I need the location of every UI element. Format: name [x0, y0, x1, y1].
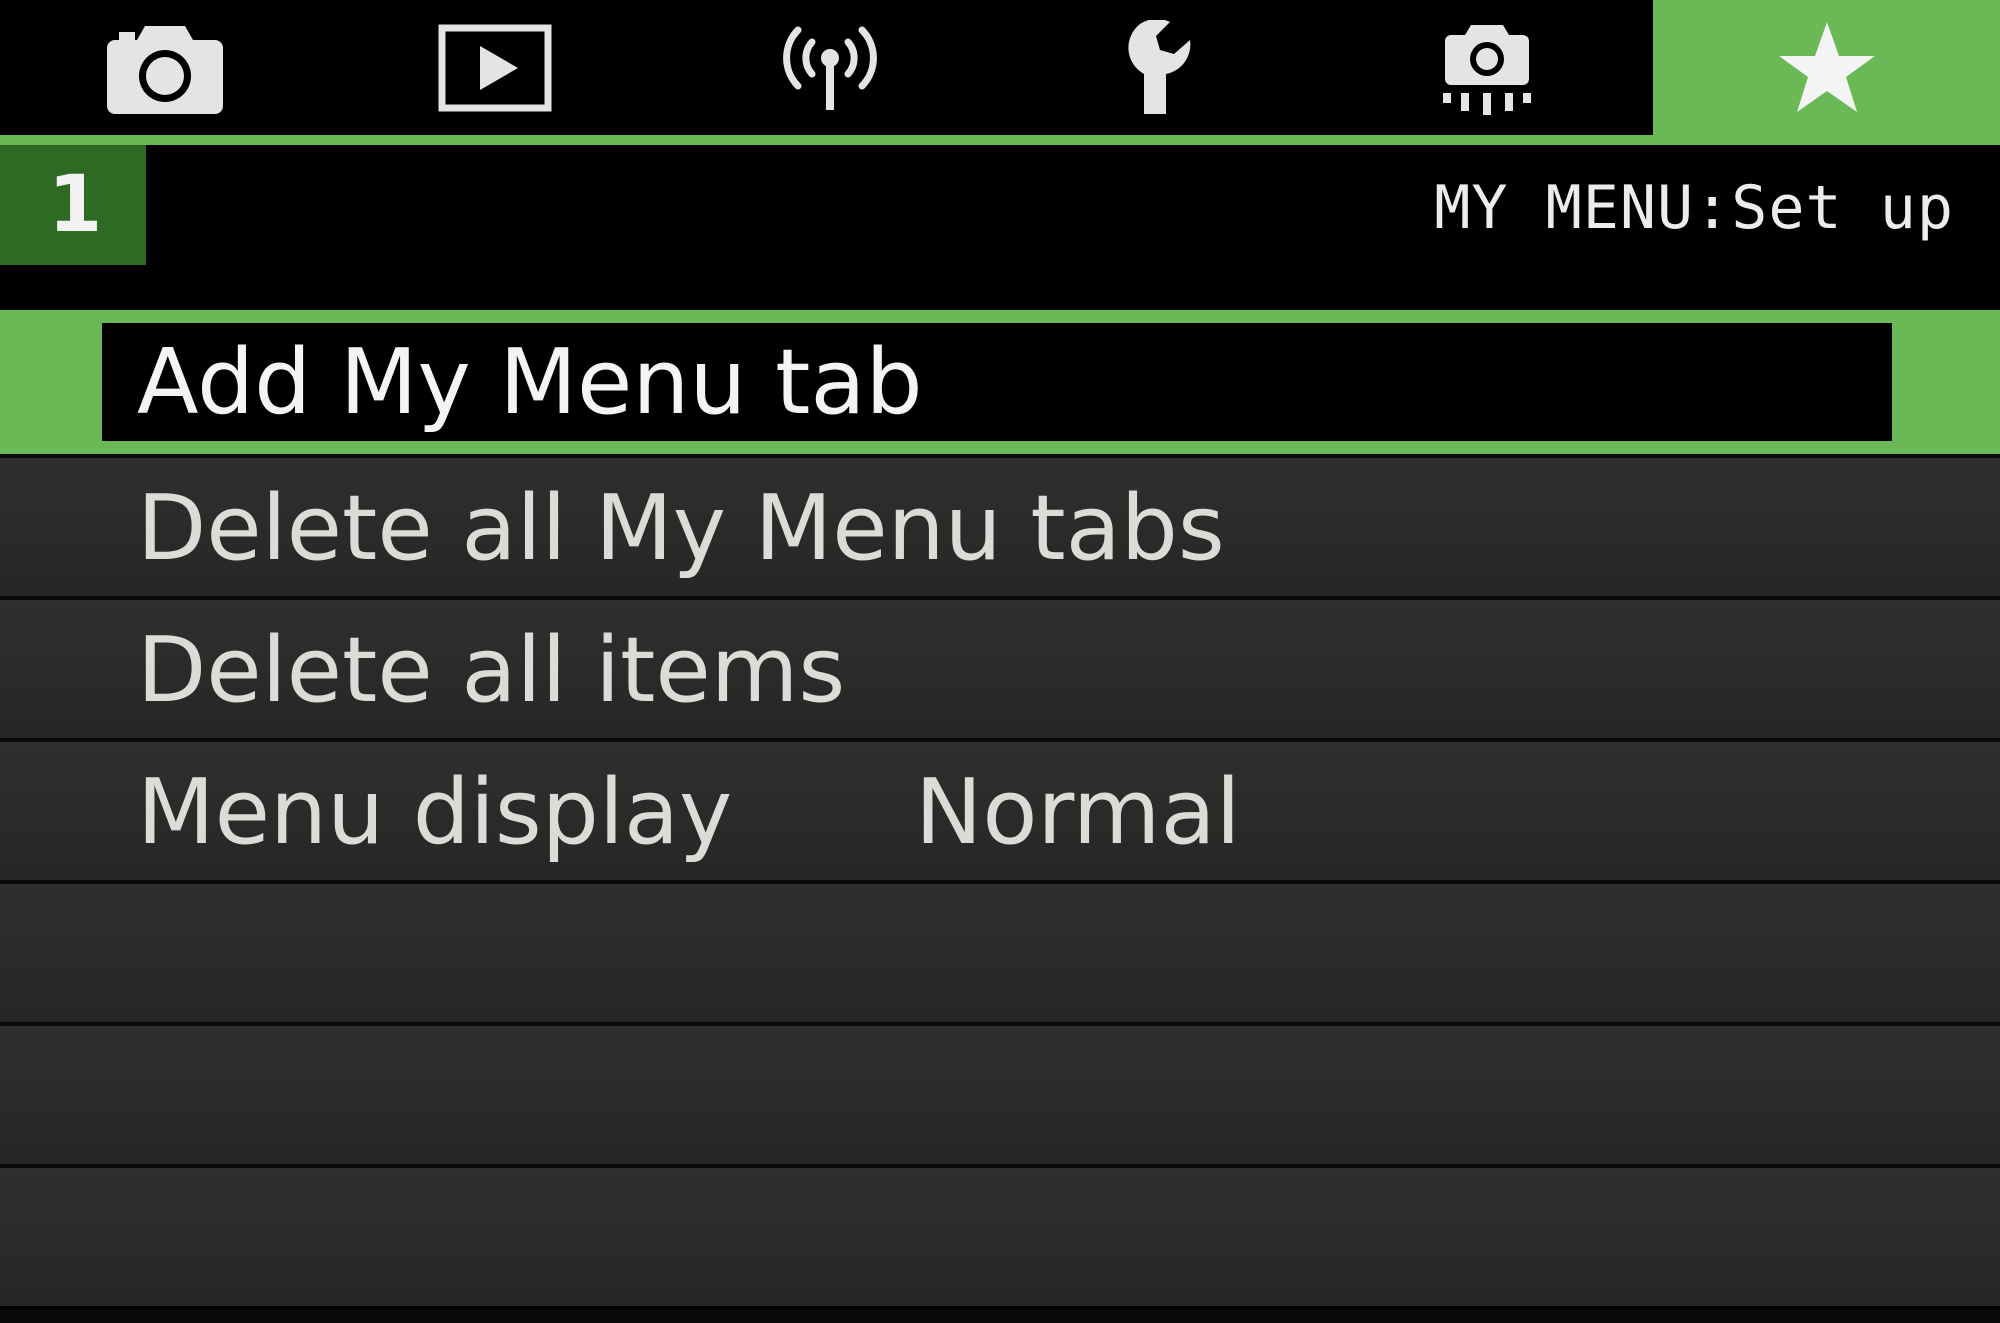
menu-item-label: Delete all My Menu tabs — [137, 476, 1225, 581]
wireless-icon — [778, 24, 882, 112]
custom-function-camera-icon — [1435, 21, 1539, 115]
menu-list: Add My Menu tab Delete all My Menu tabs … — [0, 310, 2000, 1306]
tab-playback[interactable] — [330, 0, 660, 135]
menu-item-label: Menu display — [137, 760, 733, 865]
tab-my-menu[interactable] — [1653, 0, 2000, 135]
menu-item-add-my-menu-tab[interactable]: Add My Menu tab — [0, 310, 2000, 454]
tab-underline — [0, 135, 2000, 145]
empty-menu-row — [0, 1022, 2000, 1164]
wrench-icon — [1120, 19, 1200, 116]
playback-icon — [438, 24, 552, 112]
camera-icon — [107, 22, 223, 114]
bottom-edge — [0, 1310, 2000, 1323]
menu-item-value: Normal — [915, 760, 1241, 865]
tab-setup[interactable] — [1000, 0, 1320, 135]
menu-item-label: Delete all items — [137, 618, 846, 723]
star-icon — [1777, 20, 1877, 116]
tab-custom-functions[interactable] — [1320, 0, 1653, 135]
tab-shooting[interactable] — [0, 0, 330, 135]
tab-wireless[interactable] — [660, 0, 1000, 135]
menu-page-title: MY MENU:Set up — [1434, 173, 1954, 243]
menu-item-delete-all-items[interactable]: Delete all items — [0, 596, 2000, 738]
empty-menu-row — [0, 880, 2000, 1022]
menu-tab-bar — [0, 0, 2000, 135]
menu-item-label: Add My Menu tab — [137, 330, 923, 435]
camera-menu-screen: 1 MY MENU:Set up Add My Menu tab Delete … — [0, 0, 2000, 1323]
menu-item-menu-display[interactable]: Menu display Normal — [0, 738, 2000, 880]
sub-header: 1 MY MENU:Set up — [0, 145, 2000, 310]
sub-tab-number[interactable]: 1 — [0, 145, 146, 265]
menu-item-delete-all-my-menu-tabs[interactable]: Delete all My Menu tabs — [0, 454, 2000, 596]
empty-menu-row — [0, 1164, 2000, 1306]
